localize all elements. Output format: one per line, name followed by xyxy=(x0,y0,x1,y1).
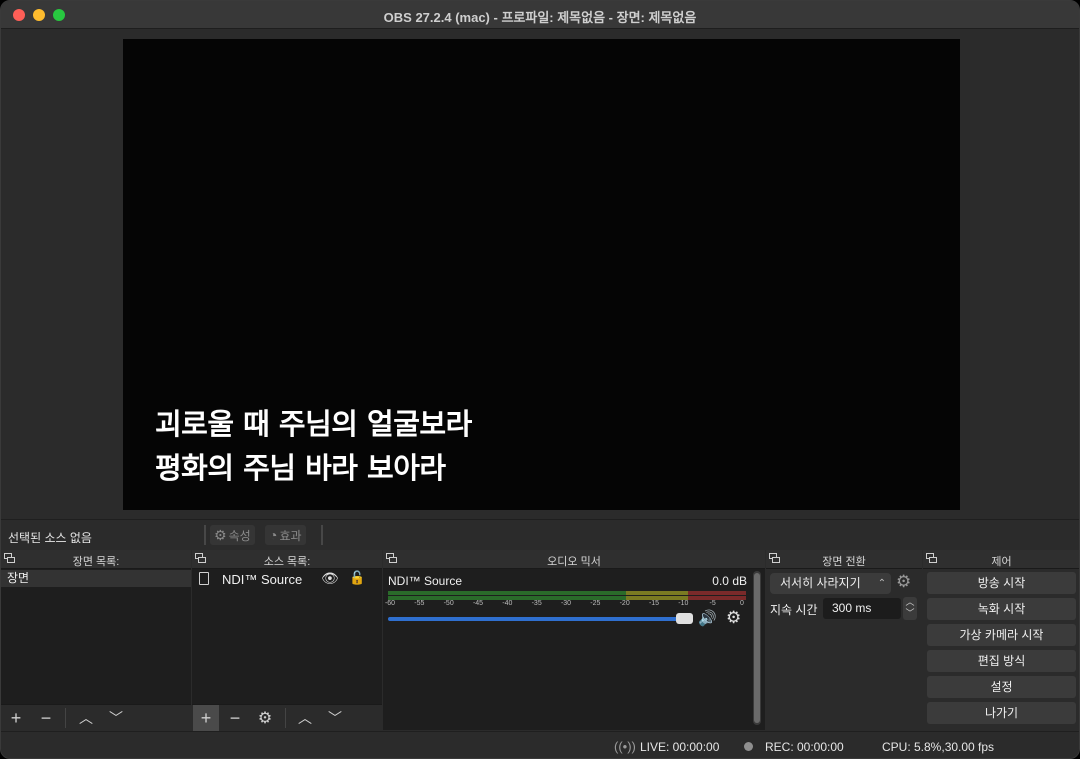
chevron-up-icon[interactable]: ︿ xyxy=(292,705,318,731)
transitions-dock: 장면 전환 서서히 사라지기 ⌃⌄ ⚙ 지속 시간 300 ms ︿﹀ xyxy=(766,550,922,730)
sources-toolbar: + − ⚙ ︿ ﹀ xyxy=(192,704,382,731)
transition-select[interactable]: 서서히 사라지기 ⌃⌄ xyxy=(770,573,891,610)
controls-dock: 제어 방송 시작 녹화 시작 가상 카메라 시작 편집 방식 설정 나가기 xyxy=(923,550,1079,730)
plus-icon[interactable]: + xyxy=(3,705,29,731)
gear-icon[interactable]: ⚙ xyxy=(896,572,911,592)
volume-slider[interactable] xyxy=(388,617,688,621)
transition-select-value: 서서히 사라지기 xyxy=(780,576,861,590)
meter-tick-label: -35 xyxy=(531,600,542,607)
scrollbar[interactable] xyxy=(753,571,761,725)
divider xyxy=(65,708,66,728)
cpu-usage: CPU: 5.8%,30.00 fps xyxy=(882,740,995,754)
gear-icon[interactable]: ⚙ xyxy=(252,705,278,731)
lyric-line-1: 괴로울 때 주님의 얼굴보라 xyxy=(155,407,472,441)
context-bar: 선택된 소스 없음 ⚙ 속성 ◔ 효과 xyxy=(1,519,1079,549)
scenes-dock: 장면 목록: 장면 + − ︿ ﹀ xyxy=(1,550,191,730)
meter-tick-label: -10 xyxy=(678,600,689,607)
filters-label: 효과 xyxy=(279,528,302,543)
meter-tick-label: -15 xyxy=(648,600,660,607)
audio-mixer-title: 오디오 믹서 xyxy=(547,556,601,568)
broadcast-icon: ((•)) xyxy=(614,739,636,754)
start-streaming-button[interactable]: 방송 시작 xyxy=(927,572,1076,594)
obs-window: OBS 27.2.4 (mac) - 프로파일: 제목없음 - 장면: 제목없음… xyxy=(0,0,1080,759)
divider xyxy=(321,525,323,545)
status-bar: ((•)) LIVE: 00:00:00 REC: 00:00:00 CPU: … xyxy=(1,731,1079,758)
settings-button[interactable]: 설정 xyxy=(927,676,1076,698)
meter-tick-label: -25 xyxy=(590,600,601,607)
properties-button[interactable]: ⚙ 속성 xyxy=(210,525,255,545)
start-virtual-camera-button[interactable]: 가상 카메라 시작 xyxy=(927,624,1076,646)
dock-header: 장면 목록: xyxy=(1,550,191,569)
plus-icon[interactable]: + xyxy=(193,705,219,731)
meter-tick-label: 0 xyxy=(740,600,744,607)
source-label: NDI™ Source xyxy=(222,572,303,587)
mixer-channel-name: NDI™ Source xyxy=(388,574,463,588)
meter-tick-label: -50 xyxy=(443,600,454,607)
meter-tick-label: -40 xyxy=(502,600,513,607)
meter-tick-label: -45 xyxy=(472,600,484,607)
meter-tick-label: -55 xyxy=(414,600,425,607)
studio-mode-button[interactable]: 편집 방식 xyxy=(927,650,1076,672)
speaker-icon[interactable]: 🔊 xyxy=(698,609,717,627)
audio-mixer-dock: 오디오 믹서 NDI™ Source 0.0 dB -60 -55 -50 -45 -4… xyxy=(383,550,765,730)
program-preview[interactable]: 괴로울 때 주님의 얼굴보라 평화의 주님 바라 보아라 xyxy=(123,39,960,510)
meter-tick-label: -30 xyxy=(560,600,572,607)
dock-header: 소스 목록: xyxy=(192,550,382,569)
chevron-up-icon[interactable]: ︿ xyxy=(73,705,99,731)
chevron-down-icon[interactable]: ﹀ xyxy=(322,705,348,731)
volume-meter xyxy=(388,591,746,595)
divider xyxy=(285,708,286,728)
mixer-body: NDI™ Source 0.0 dB -60 -55 -50 -45 -40 -35 -30… xyxy=(383,569,765,730)
transitions-title: 장면 전환 xyxy=(822,556,866,568)
source-item[interactable]: NDI™ Source 👁 🔓 xyxy=(192,570,382,588)
divider xyxy=(204,525,206,545)
controls-title: 제어 xyxy=(991,556,1012,568)
exit-button[interactable]: 나가기 xyxy=(927,702,1076,724)
gear-icon: ⚙ xyxy=(214,526,227,543)
duration-stepper[interactable]: ︿ ﹀ xyxy=(903,597,917,620)
title-bar: OBS 27.2.4 (mac) - 프로파일: 제목없음 - 장면: 제목없음 xyxy=(1,1,1079,29)
minus-icon[interactable]: − xyxy=(33,705,59,731)
controls-body: 방송 시작 녹화 시작 가상 카메라 시작 편집 방식 설정 나가기 xyxy=(923,569,1079,730)
meter-tick-label: -20 xyxy=(619,600,630,607)
start-recording-button[interactable]: 녹화 시작 xyxy=(927,598,1076,620)
preview-area: 괴로울 때 주님의 얼굴보라 평화의 주님 바라 보아라 xyxy=(1,30,1079,518)
chevron-down-icon[interactable]: ﹀ xyxy=(103,705,129,731)
dock-header: 오디오 믹서 xyxy=(383,550,765,569)
scenes-toolbar: + − ︿ ﹀ xyxy=(1,704,191,730)
transitions-body: 서서히 사라지기 ⌃⌄ ⚙ 지속 시간 300 ms ︿﹀ xyxy=(766,569,922,730)
sources-dock: 소스 목록: NDI™ Source 👁 🔓 + − ⚙ ︿ ﹀ xyxy=(192,550,382,731)
sources-title: 소스 목록: xyxy=(263,556,311,568)
minus-icon[interactable]: − xyxy=(222,705,248,731)
duration-input[interactable]: 300 ms xyxy=(823,598,901,619)
properties-label: 속성 xyxy=(228,528,251,543)
meter-tick-label: -60 xyxy=(384,600,396,607)
meter-scale: -60 -55 -50 -45 -40 -35 -30 -25 -20 -15 -10 -5 0 xyxy=(384,600,746,610)
lock-icon[interactable]: 🔓 xyxy=(349,570,365,586)
rec-timer: REC: 00:00:00 xyxy=(765,740,844,754)
gear-icon[interactable]: ⚙ xyxy=(726,608,741,628)
filter-icon: ◔ xyxy=(269,527,278,543)
meter-tick-label: -5 xyxy=(709,600,716,607)
dock-header: 제어 xyxy=(923,550,1079,569)
duration-label: 지속 시간 xyxy=(770,603,818,617)
filters-button[interactable]: ◔ 효과 xyxy=(265,525,306,545)
record-dot-icon xyxy=(744,742,753,751)
window-title: OBS 27.2.4 (mac) - 프로파일: 제목없음 - 장면: 제목없음 xyxy=(383,10,697,25)
scenes-title: 장면 목록: xyxy=(72,556,120,568)
live-timer: LIVE: 00:00:00 xyxy=(640,740,720,754)
dock-header: 장면 전환 xyxy=(766,550,922,569)
no-source-selected-label: 선택된 소스 없음 xyxy=(8,531,92,545)
volume-slider-handle[interactable] xyxy=(676,613,693,624)
lyric-line-2: 평화의 주님 바라 보아라 xyxy=(155,451,446,485)
scene-item[interactable]: 장면 xyxy=(1,570,191,587)
file-icon xyxy=(199,572,209,585)
scenes-list: 장면 + − ︿ ﹀ xyxy=(1,569,191,730)
sources-list: NDI™ Source 👁 🔓 + − ⚙ ︿ ﹀ xyxy=(192,569,382,731)
mixer-channel-level: 0.0 dB xyxy=(712,574,747,588)
eye-icon[interactable]: 👁 xyxy=(321,570,339,587)
